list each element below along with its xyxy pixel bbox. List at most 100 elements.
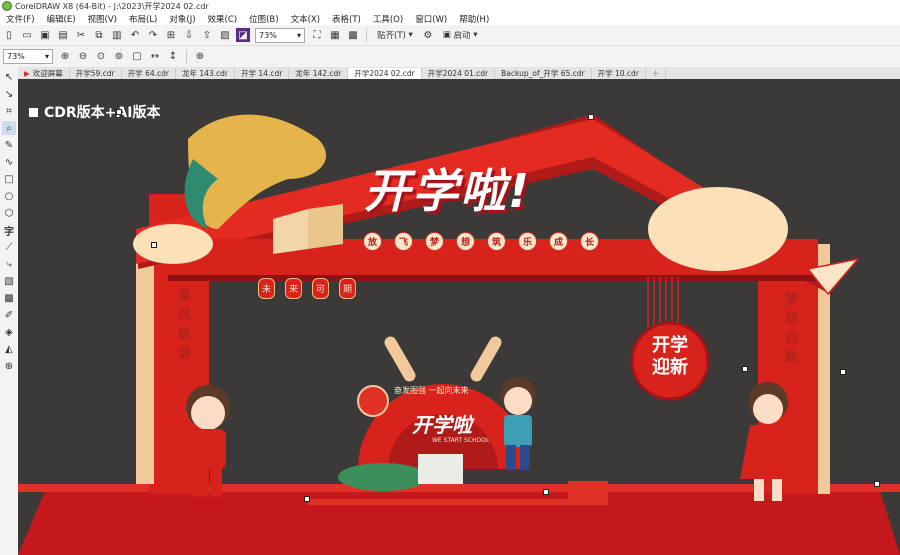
zoom-selected-icon[interactable]: ⊙: [94, 50, 108, 64]
badge-line: 迎新: [652, 357, 688, 378]
new-document-icon[interactable]: ▯: [2, 28, 16, 42]
drop-shadow-icon[interactable]: ▧: [2, 274, 16, 288]
tab-welcome[interactable]: ▶ 欢迎屏幕: [18, 68, 70, 79]
zoom-all-objects-icon[interactable]: ⊚: [112, 50, 126, 64]
grid-icon[interactable]: ▩: [346, 28, 360, 42]
crop-tool-icon[interactable]: ⌗: [2, 104, 16, 118]
options-gear-icon[interactable]: ⚙: [421, 28, 435, 42]
selection-node[interactable]: [151, 242, 157, 248]
zoom-out-icon[interactable]: ⊖: [76, 50, 90, 64]
paste-icon[interactable]: ▥: [110, 28, 124, 42]
selection-node[interactable]: [304, 496, 310, 502]
menu-file[interactable]: 文件(F): [0, 13, 41, 25]
corel-connect-icon[interactable]: ◪: [236, 28, 250, 42]
tab-document[interactable]: 开学 14.cdr: [235, 68, 290, 79]
lantern: 期: [339, 278, 356, 299]
menu-tools[interactable]: 工具(O): [367, 13, 409, 25]
girl-leg-right: [772, 479, 782, 501]
girl-face: [753, 394, 783, 424]
artistic-media-icon[interactable]: ∿: [2, 155, 16, 169]
menu-object[interactable]: 对象(J): [163, 13, 201, 25]
menu-bar: 文件(F) 编辑(E) 视图(V) 布局(L) 对象(J) 效果(C) 位图(B…: [0, 12, 900, 25]
tab-document[interactable]: 龙年 143.cdr: [176, 68, 236, 79]
save-icon[interactable]: ▣: [38, 28, 52, 42]
subtitle-char: 想: [456, 232, 475, 251]
shape-tool-icon[interactable]: ↘: [2, 87, 16, 101]
selection-node[interactable]: [116, 109, 122, 115]
smart-fill-icon[interactable]: ◭: [2, 342, 16, 356]
redo-icon[interactable]: ↷: [146, 28, 160, 42]
import-icon[interactable]: ⇩: [182, 28, 196, 42]
zoom-level-combo[interactable]: 73% ▾: [255, 27, 305, 43]
tab-label: 开学59.cdr: [75, 69, 115, 78]
zoom-level-value: 73%: [259, 30, 277, 40]
copy-icon[interactable]: ⧉: [92, 28, 106, 42]
tab-document[interactable]: 龙年 142.cdr: [289, 68, 349, 79]
headline: 开学啦!: [364, 164, 531, 218]
undo-icon[interactable]: ↶: [128, 28, 142, 42]
tab-document[interactable]: 开学2024 01.cdr: [422, 68, 496, 79]
text-tool-icon[interactable]: 字: [2, 223, 16, 238]
search-content-icon[interactable]: ⊞: [164, 28, 178, 42]
pdf-icon[interactable]: ▨: [218, 28, 232, 42]
open-icon[interactable]: ▭: [20, 28, 34, 42]
selection-node[interactable]: [874, 481, 880, 487]
rectangle-tool-icon[interactable]: □: [2, 172, 16, 186]
parallel-dimension-icon[interactable]: ⟋: [2, 240, 16, 254]
zoom-in-icon[interactable]: ⊕: [58, 50, 72, 64]
menu-effects[interactable]: 效果(C): [202, 13, 244, 25]
selection-node[interactable]: [742, 366, 748, 372]
zoom-height-icon[interactable]: ↕: [166, 50, 180, 64]
stage-floor: [18, 484, 900, 555]
connector-tool-icon[interactable]: ⤷: [2, 257, 16, 271]
print-icon[interactable]: ▤: [56, 28, 70, 42]
menu-bitmaps[interactable]: 位图(B): [243, 13, 284, 25]
boy-leg-left: [194, 467, 206, 497]
menu-table[interactable]: 表格(T): [326, 13, 367, 25]
watermark-text: CDR版本+AI版本: [44, 105, 161, 121]
menu-text[interactable]: 文本(X): [285, 13, 326, 25]
freehand-tool-icon[interactable]: ✎: [2, 138, 16, 152]
tab-document[interactable]: Backup_of_开学 65.cdr: [495, 68, 592, 79]
selection-node[interactable]: [588, 114, 594, 120]
full-screen-icon[interactable]: ⛶: [310, 28, 324, 42]
menu-help[interactable]: 帮助(H): [453, 13, 495, 25]
rulers-icon[interactable]: ▦: [328, 28, 342, 42]
export-icon[interactable]: ⇧: [200, 28, 214, 42]
transparency-icon[interactable]: ▩: [2, 291, 16, 305]
tab-label: 龙年 142.cdr: [295, 69, 342, 78]
cut-icon[interactable]: ✂: [74, 28, 88, 42]
tab-document[interactable]: 开学59.cdr: [70, 68, 122, 79]
pick-tool-icon[interactable]: ↖: [2, 70, 16, 84]
property-zoom-combo[interactable]: 73% ▾: [3, 49, 53, 64]
launch-dropdown[interactable]: ▣ 启动 ▾: [439, 28, 482, 42]
left-pillar-side: [136, 244, 154, 484]
menu-window[interactable]: 窗口(W): [409, 13, 453, 25]
banner-char: 浪: [178, 346, 192, 361]
zoom-tool-icon[interactable]: ⌕: [2, 121, 16, 135]
banner-char: 启: [785, 331, 799, 346]
selection-node[interactable]: [543, 489, 549, 495]
selection-node[interactable]: [840, 369, 846, 375]
chevron-down-icon: ▾: [44, 52, 49, 61]
tab-document[interactable]: 开学 64.cdr: [122, 68, 176, 79]
snap-to-dropdown[interactable]: 贴齐(T) ▾: [373, 28, 417, 42]
antler-left: [384, 336, 416, 382]
drawing-canvas[interactable]: CDR版本+AI版本 开学啦! 放 飞 梦 想 筑 乐 成 长 未 来 可 期 …: [18, 79, 900, 555]
tab-document-active[interactable]: 开学2024 02.cdr: [348, 68, 422, 79]
eyedropper-icon[interactable]: ✐: [2, 308, 16, 322]
zoom-width-icon[interactable]: ↔: [148, 50, 162, 64]
tab-document[interactable]: 开学 10.cdr: [592, 68, 646, 79]
polygon-tool-icon[interactable]: ⬡: [2, 206, 16, 220]
menu-edit[interactable]: 编辑(E): [41, 13, 82, 25]
menu-layout[interactable]: 布局(L): [123, 13, 163, 25]
ellipse-tool-icon[interactable]: ○: [2, 189, 16, 203]
zoom-page-icon[interactable]: ▢: [130, 50, 144, 64]
add-tool-icon[interactable]: ⊕: [2, 359, 16, 373]
center-arc-text: 奋发图强 一起向未来: [394, 386, 469, 395]
interactive-fill-icon[interactable]: ◈: [2, 325, 16, 339]
menu-view[interactable]: 视图(V): [82, 13, 123, 25]
new-tab-button[interactable]: +: [646, 68, 667, 79]
toolbar-separator: [186, 49, 187, 64]
add-icon[interactable]: ⊕: [193, 50, 207, 64]
